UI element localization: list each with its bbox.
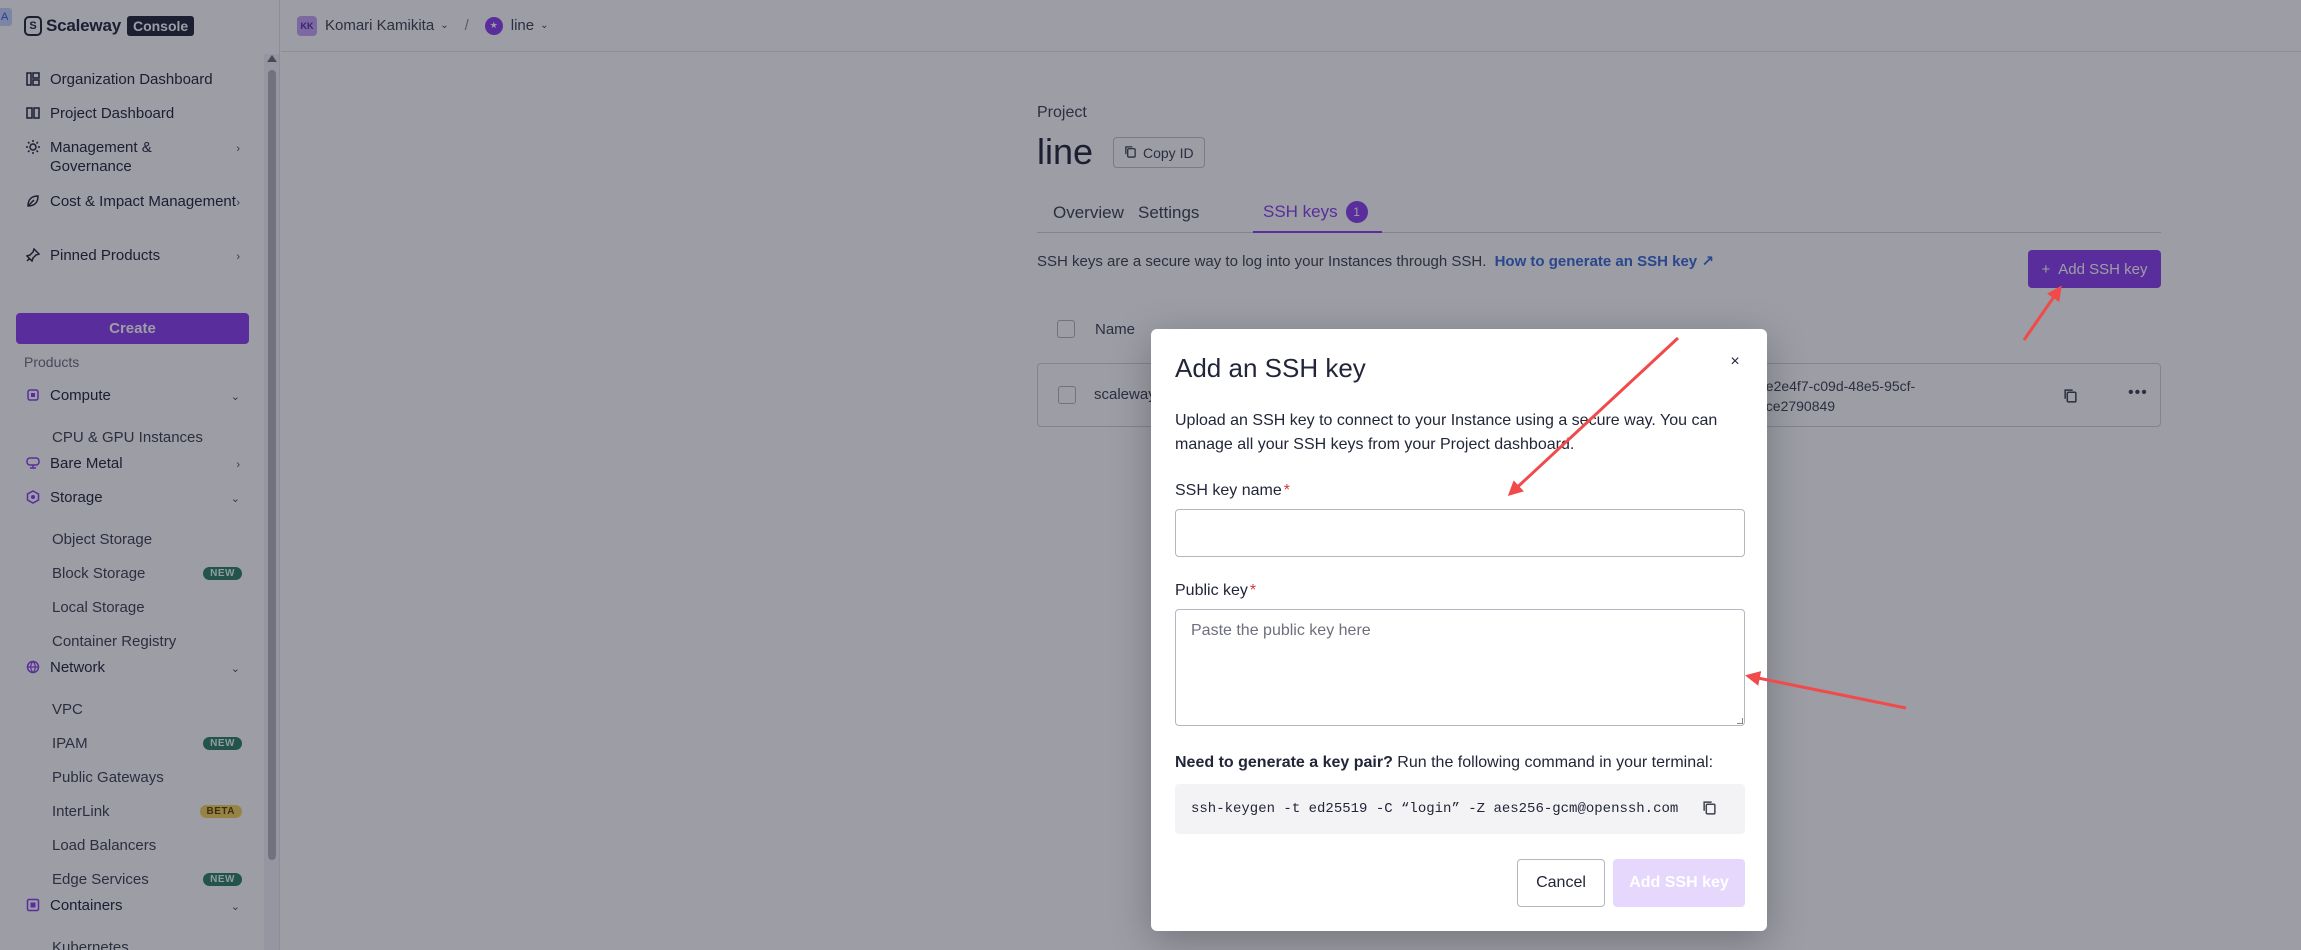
public-key-textarea[interactable]	[1175, 609, 1745, 726]
cancel-button[interactable]: Cancel	[1517, 859, 1605, 907]
public-key-label: Public key *	[1175, 582, 1256, 600]
copy-icon[interactable]	[1702, 800, 1717, 820]
command-box: ssh-keygen -t ed25519 -C “login” -Z aes2…	[1175, 784, 1745, 834]
keygen-command[interactable]: ssh-keygen -t ed25519 -C “login” -Z aes2…	[1191, 801, 1678, 817]
add-ssh-key-dialog: Add an SSH key × Upload an SSH key to co…	[1151, 329, 1767, 931]
resize-handle-icon[interactable]	[1737, 718, 1743, 724]
ssh-key-name-label: SSH key name *	[1175, 482, 1290, 500]
required-mark: *	[1283, 482, 1290, 499]
ssh-key-name-input[interactable]	[1175, 509, 1745, 557]
dialog-title: Add an SSH key	[1175, 353, 1366, 383]
hint-bold: Need to generate a key pair?	[1175, 754, 1393, 771]
submit-add-ssh-key-button[interactable]: Add SSH key	[1613, 859, 1745, 907]
close-icon[interactable]: ×	[1726, 353, 1744, 371]
hint-text: Run the following command in your termin…	[1392, 754, 1714, 771]
keygen-hint: Need to generate a key pair? Run the fol…	[1175, 754, 1713, 772]
label-text: SSH key name	[1175, 482, 1282, 499]
required-mark: *	[1249, 582, 1257, 599]
label-text: Public key	[1175, 582, 1248, 599]
dialog-description: Upload an SSH key to connect to your Ins…	[1175, 412, 1718, 453]
